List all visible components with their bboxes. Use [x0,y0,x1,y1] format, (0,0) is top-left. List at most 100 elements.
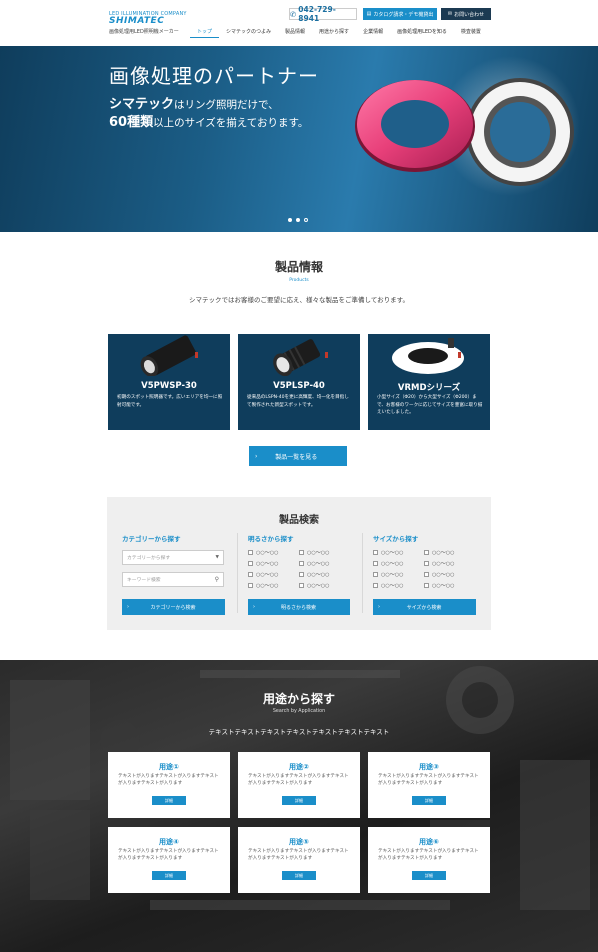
size-option-2[interactable]: ○○〜○○ [373,560,403,567]
brightness-search-button[interactable]: › 明るさから検索 [248,599,350,615]
usage-card-6[interactable]: 用途⑥ テキストが入りますテキストが入りますテキストが入りますテキストが入ります… [368,827,490,893]
product-card-3[interactable]: VRMDシリーズ 小型サイズ（Φ20）から大型サイズ（Φ200）まで、お客様のワ… [368,334,490,430]
size-search-heading: サイズから探す [373,535,419,543]
hero-line-1-rest: はリング照明だけで、 [174,99,279,111]
search-icon: ⚲ [214,576,219,583]
keyword-search-input[interactable]: キーワード検索 ⚲ [122,572,224,587]
checkbox[interactable] [299,572,304,577]
logo-subtitle: 画像処理用LED照明機メーカー [109,29,179,35]
usage-detail-button[interactable]: 詳細 [152,871,186,880]
size-option-4[interactable]: ○○〜○○ [373,582,403,589]
checkbox[interactable] [424,561,429,566]
search-divider-1 [237,533,238,613]
brightness-search-label: 明るさから検索 [280,604,316,611]
search-divider-2 [362,533,363,613]
logo[interactable]: SHIMATEC [109,16,164,26]
size-search-button[interactable]: › サイズから検索 [373,599,476,615]
checkbox[interactable] [424,550,429,555]
nav-item-top[interactable]: トップ [190,28,220,38]
product-name-1: V5PWSP-30 [141,381,197,391]
phone-number[interactable]: ✆ 042-729-8941 [289,5,357,23]
nav-item-usage[interactable]: 用途から探す [312,28,356,38]
slider-dot-1[interactable] [288,218,292,222]
checkbox[interactable] [373,550,378,555]
product-name-2: V5PLSP-40 [273,381,325,391]
catalog-request-label: カタログ請求・デモ機貸出 [373,11,434,18]
contact-button[interactable]: ✉ お問い合わせ [441,8,491,20]
size-option-7[interactable]: ○○〜○○ [424,571,454,578]
usage-card-desc: テキストが入りますテキストが入りますテキストが入りますテキストが入ります [248,849,349,861]
brightness-option-label: ○○〜○○ [256,572,279,578]
checkbox[interactable] [248,583,253,588]
size-option-label: ○○〜○○ [381,572,404,578]
products-description: シマテックではお客様のご要望に応え、様々な製品をご準備しております。 [189,296,409,304]
usage-card-5[interactable]: 用途⑤ テキストが入りますテキストが入りますテキストが入りますテキストが入ります… [238,827,360,893]
usage-card-3[interactable]: 用途③ テキストが入りますテキストが入りますテキストが入りますテキストが入ります… [368,752,490,818]
size-option-6[interactable]: ○○〜○○ [424,560,454,567]
size-option-label: ○○〜○○ [432,561,455,567]
size-option-5[interactable]: ○○〜○○ [424,549,454,556]
usage-detail-button[interactable]: 詳細 [412,796,446,805]
usage-detail-button[interactable]: 詳細 [282,871,316,880]
slider-dot-2[interactable] [296,218,300,222]
checkbox[interactable] [248,561,253,566]
document-icon: ▤ [366,11,372,17]
brightness-option-label: ○○〜○○ [256,561,279,567]
size-option-label: ○○〜○○ [381,561,404,567]
usage-card-title: 用途③ [419,763,439,771]
brightness-option-6[interactable]: ○○〜○○ [299,560,329,567]
usage-card-title: 用途⑤ [289,838,309,846]
size-option-3[interactable]: ○○〜○○ [373,571,403,578]
checkbox[interactable] [373,561,378,566]
usage-detail-button[interactable]: 詳細 [282,796,316,805]
nav-item-learn-led[interactable]: 画像処理用LEDを知る [390,28,454,38]
size-option-1[interactable]: ○○〜○○ [373,549,403,556]
size-search-label: サイズから検索 [406,604,442,611]
nav-item-products[interactable]: 製品情報 [278,28,312,38]
category-search-label: カテゴリーから検索 [150,604,196,611]
checkbox[interactable] [424,572,429,577]
nav-item-strength[interactable]: シマテックのつよみ [219,28,278,38]
checkbox[interactable] [248,572,253,577]
brightness-option-3[interactable]: ○○〜○○ [248,571,278,578]
brightness-option-2[interactable]: ○○〜○○ [248,560,278,567]
usage-card-1[interactable]: 用途① テキストが入りますテキストが入りますテキストが入りますテキストが入ります… [108,752,230,818]
nav-item-inspection[interactable]: 検査装置 [454,28,488,38]
checkbox[interactable] [248,550,253,555]
brightness-option-label: ○○〜○○ [256,550,279,556]
usage-card-2[interactable]: 用途② テキストが入りますテキストが入りますテキストが入りますテキストが入ります… [238,752,360,818]
brightness-option-1[interactable]: ○○〜○○ [248,549,278,556]
hero-title: 画像処理のパートナー [109,64,319,88]
hero-line-1-bold: シマテック [109,97,175,112]
usage-card-desc: テキストが入りますテキストが入りますテキストが入りますテキストが入ります [248,774,349,786]
brightness-option-4[interactable]: ○○〜○○ [248,582,278,589]
usage-card-4[interactable]: 用途④ テキストが入りますテキストが入りますテキストが入りますテキストが入ります… [108,827,230,893]
checkbox[interactable] [424,583,429,588]
checkbox[interactable] [299,561,304,566]
category-search-button[interactable]: › カテゴリーから検索 [122,599,225,615]
catalog-request-button[interactable]: ▤ カタログ請求・デモ機貸出 [363,8,437,20]
brightness-option-5[interactable]: ○○〜○○ [299,549,329,556]
checkbox[interactable] [299,550,304,555]
usage-detail-button[interactable]: 詳細 [412,871,446,880]
brightness-option-8[interactable]: ○○〜○○ [299,582,329,589]
checkbox[interactable] [373,583,378,588]
usage-card-desc: テキストが入りますテキストが入りますテキストが入りますテキストが入ります [118,774,219,786]
product-card-1[interactable]: V5PWSP-30 初期のスポット照明器です。広いエリアを均一に照射可能です。 [108,334,230,430]
usage-card-desc: テキストが入りますテキストが入りますテキストが入りますテキストが入ります [378,774,479,786]
checkbox[interactable] [373,572,378,577]
global-nav: トップ シマテックのつよみ 製品情報 用途から探す 企業情報 画像処理用LEDを… [190,28,488,38]
category-select[interactable]: カテゴリーから探す ▼ [122,550,224,565]
size-option-label: ○○〜○○ [381,583,404,589]
size-option-8[interactable]: ○○〜○○ [424,582,454,589]
slider-dot-3[interactable] [304,218,308,222]
contact-label: お問い合わせ [454,11,485,18]
usage-detail-button[interactable]: 詳細 [152,796,186,805]
usage-description: テキストテキストテキストテキストテキストテキストテキスト [208,728,390,736]
brightness-option-7[interactable]: ○○〜○○ [299,571,329,578]
product-list-button[interactable]: › 製品一覧を見る [249,446,347,466]
category-search-heading: カテゴリーから探す [122,535,181,543]
checkbox[interactable] [299,583,304,588]
product-card-2[interactable]: V5PLSP-40 従来品のLSPN-40を更に高輝度、均一化を目指して製作され… [238,334,360,430]
nav-item-company[interactable]: 企業情報 [356,28,390,38]
